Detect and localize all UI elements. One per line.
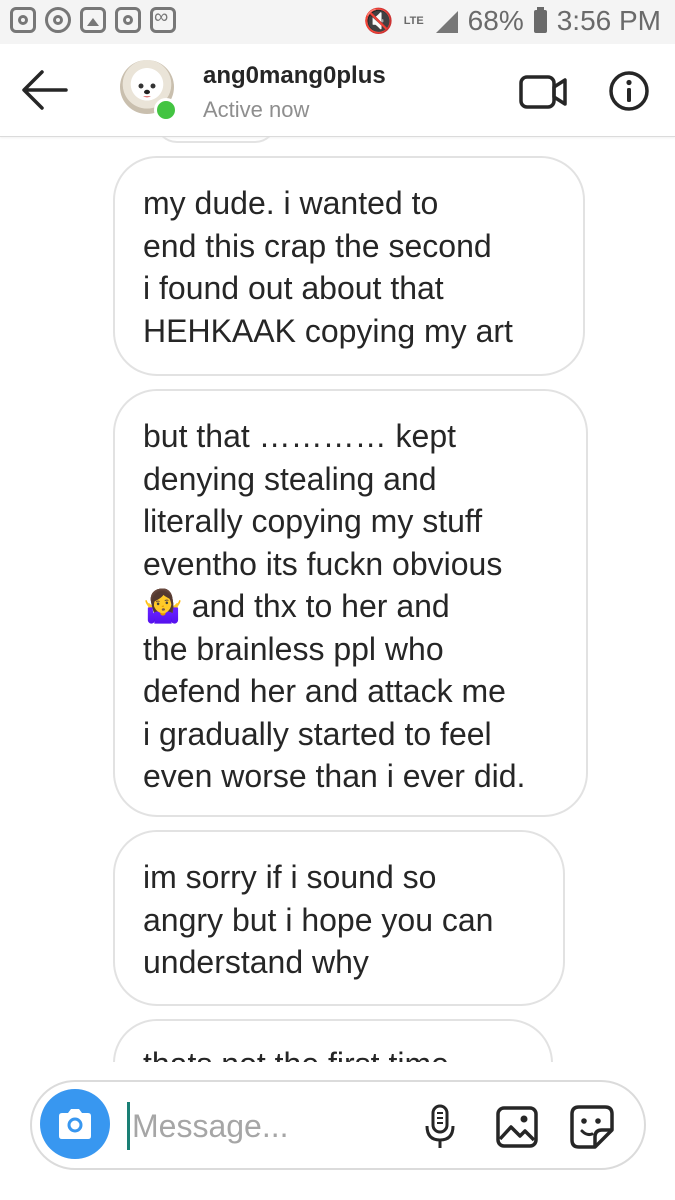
network-type: LTE [403, 15, 424, 27]
message-thread[interactable]: my dude. i wanted to end this crap the s… [0, 137, 675, 1062]
back-arrow-icon [22, 70, 68, 110]
camera-button[interactable] [40, 1089, 110, 1159]
gallery-button[interactable] [496, 1106, 538, 1148]
text-cursor [127, 1102, 130, 1150]
active-status: Active now [203, 97, 310, 122]
dog-face-icon [138, 83, 156, 98]
battery-percent: 68% [467, 5, 524, 36]
gallery-icon [80, 7, 106, 33]
clock: 3:56 PM [556, 5, 661, 36]
voice-message-button[interactable] [424, 1104, 456, 1150]
username[interactable]: ang0mang0plus [203, 62, 386, 90]
previous-message-bubble [155, 137, 277, 143]
dribbble-icon [45, 7, 71, 33]
notification-icons [10, 6, 176, 33]
message-bubble[interactable]: im sorry if i sound so angry but i hope … [113, 830, 565, 1006]
message-composer [30, 1080, 646, 1170]
voicemail-icon [150, 6, 176, 33]
mute-icon: 🔇 [363, 7, 394, 35]
info-button[interactable] [608, 70, 650, 112]
info-icon [609, 71, 649, 111]
battery-icon [533, 6, 547, 33]
sticker-button[interactable] [569, 1104, 615, 1150]
video-call-button[interactable] [519, 72, 569, 112]
message-input[interactable] [132, 1100, 382, 1152]
message-bubble[interactable]: thats not the first time [113, 1019, 553, 1062]
system-status: 🔇 LTE 68% 3:56 PM [364, 5, 661, 37]
sticker-icon [570, 1105, 614, 1149]
instagram-icon [115, 7, 141, 33]
microphone-icon [425, 1104, 455, 1148]
back-button[interactable] [20, 66, 70, 114]
message-bubble[interactable]: my dude. i wanted to end this crap the s… [113, 156, 585, 376]
image-icon [496, 1106, 538, 1148]
chat-header: ang0mang0plus Active now [0, 44, 675, 137]
online-indicator [154, 98, 178, 122]
video-camera-icon [519, 75, 567, 109]
status-bar: 🔇 LTE 68% 3:56 PM [0, 0, 675, 44]
signal-icon [434, 9, 458, 33]
message-bubble[interactable]: but that ………… kept denying stealing and … [113, 389, 588, 817]
instagram-icon [10, 7, 36, 33]
camera-icon [59, 1109, 91, 1139]
